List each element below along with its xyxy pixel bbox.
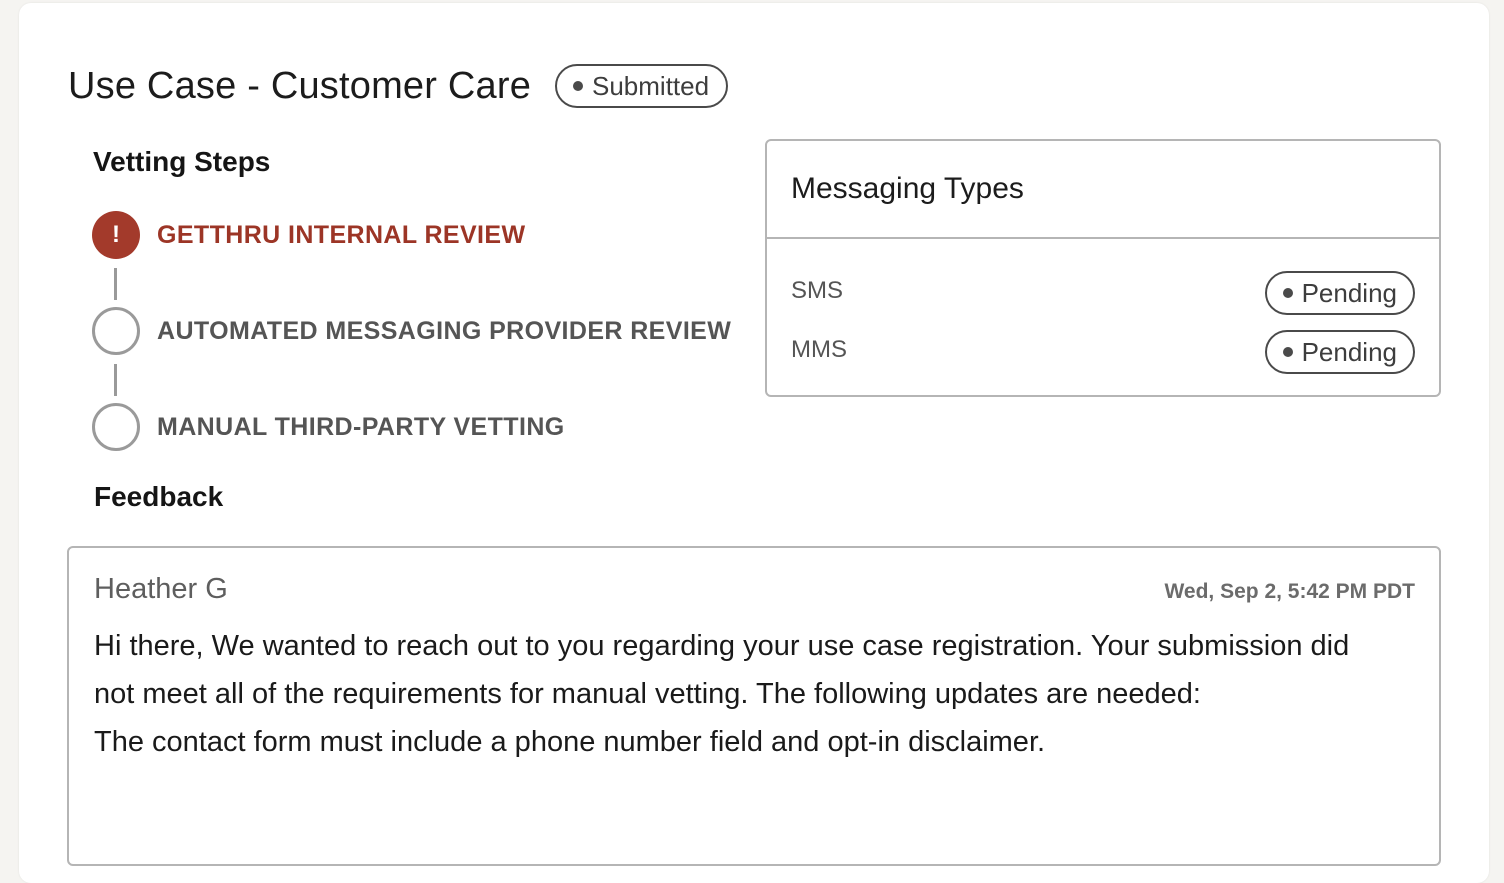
messaging-type-status-badge: Pending <box>1264 271 1415 315</box>
step-connector <box>114 268 117 300</box>
vetting-step-provider-review: AUTOMATED MESSAGING PROVIDER REVIEW <box>92 307 731 355</box>
feedback-line: The contact form must include a phone nu… <box>94 726 1046 758</box>
messaging-types-title: Messaging Types <box>767 141 1439 239</box>
status-badge: Submitted <box>555 64 729 108</box>
status-badge-label: Submitted <box>592 70 710 101</box>
vetting-step-label: AUTOMATED MESSAGING PROVIDER REVIEW <box>157 316 732 345</box>
status-badge-label: Pending <box>1301 336 1397 367</box>
empty-circle-icon <box>92 307 140 355</box>
vetting-step-third-party: MANUAL THIRD-PARTY VETTING <box>92 403 565 451</box>
vetting-step-label: MANUAL THIRD-PARTY VETTING <box>157 412 565 441</box>
status-dot-icon <box>1282 347 1293 357</box>
empty-circle-icon <box>92 403 140 451</box>
exclamation-icon: ! <box>92 211 140 259</box>
messaging-type-row-mms: MMS Pending <box>767 330 1439 376</box>
vetting-step-internal-review: ! GETTHRU INTERNAL REVIEW <box>92 211 525 259</box>
vetting-steps-title: Vetting Steps <box>93 146 271 177</box>
feedback-timestamp: Wed, Sep 2, 5:42 PM PDT <box>1164 580 1415 603</box>
feedback-title: Feedback <box>94 481 224 512</box>
messaging-types-panel: Messaging Types SMS Pending MMS Pending <box>765 139 1441 397</box>
feedback-line: not meet all of the requirements for man… <box>94 678 1201 710</box>
messaging-type-label: MMS <box>791 336 847 363</box>
messaging-type-row-sms: SMS Pending <box>767 271 1439 317</box>
page-title: Use Case - Customer Care <box>68 65 532 107</box>
messaging-type-status-badge: Pending <box>1264 330 1415 374</box>
use-case-card: Use Case - Customer Care Submitted Vetti… <box>19 3 1489 883</box>
feedback-body: Hi there, We wanted to reach out to you … <box>94 622 1399 766</box>
status-dot-icon <box>573 81 583 91</box>
feedback-message: Heather G Wed, Sep 2, 5:42 PM PDT Hi the… <box>67 546 1441 866</box>
feedback-line: Hi there, We wanted to reach out to you … <box>94 630 1350 662</box>
status-dot-icon <box>1282 288 1293 298</box>
feedback-author: Heather G <box>94 573 228 605</box>
step-connector <box>114 364 117 396</box>
vetting-steps: ! GETTHRU INTERNAL REVIEW AUTOMATED MESS… <box>92 211 732 451</box>
messaging-type-label: SMS <box>791 277 844 304</box>
status-badge-label: Pending <box>1301 277 1397 308</box>
vetting-step-label: GETTHRU INTERNAL REVIEW <box>157 220 526 249</box>
